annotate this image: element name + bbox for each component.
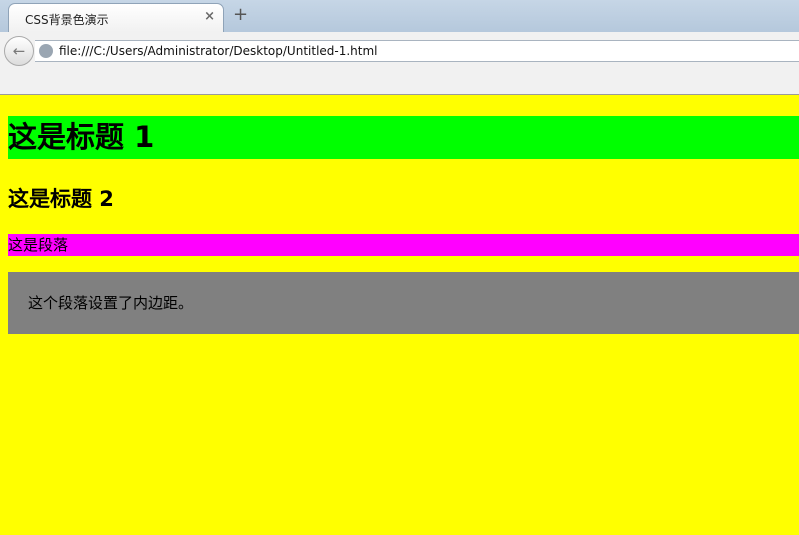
tab-active[interactable]: CSS背景色演示 × <box>8 3 224 32</box>
address-bar[interactable]: file:///C:/Users/Administrator/Desktop/U… <box>35 40 799 62</box>
heading-2: 这是标题 2 <box>8 187 114 211</box>
padded-paragraph: 这个段落设置了内边距。 <box>8 272 799 334</box>
tab-title: CSS背景色演示 <box>25 13 109 27</box>
paragraph: 这是段落 <box>8 234 799 256</box>
new-tab-icon[interactable]: + <box>233 4 248 25</box>
navigation-bar: ← file:///C:/Users/Administrator/Desktop… <box>0 32 799 95</box>
close-tab-icon[interactable]: × <box>204 9 215 24</box>
tab-strip: CSS背景色演示 × + <box>0 0 799 32</box>
url-text: file:///C:/Users/Administrator/Desktop/U… <box>59 44 378 58</box>
back-button[interactable]: ← <box>4 36 34 66</box>
heading-1: 这是标题 1 <box>8 116 799 159</box>
globe-icon <box>39 44 53 58</box>
page-body: 这是标题 1 这是标题 2 这是段落 这个段落设置了内边距。 <box>0 95 799 535</box>
back-arrow-icon: ← <box>12 42 26 60</box>
